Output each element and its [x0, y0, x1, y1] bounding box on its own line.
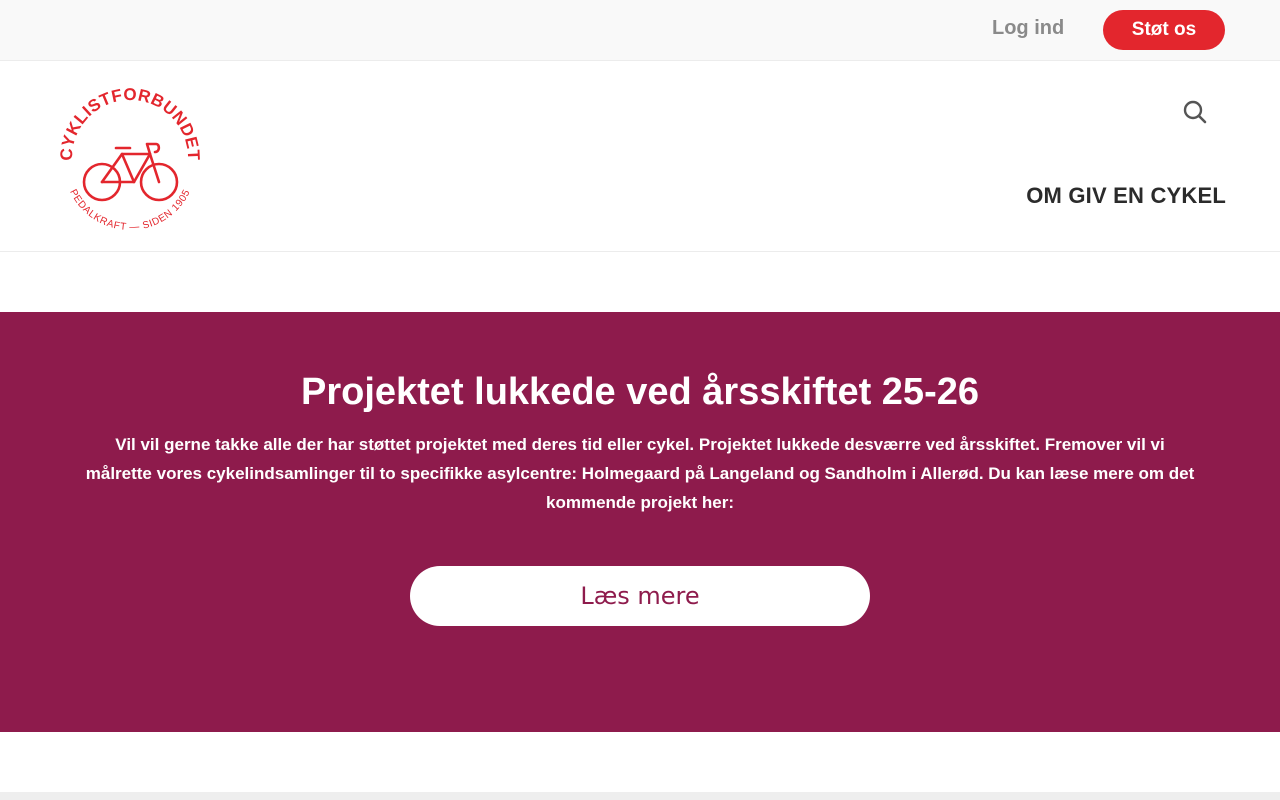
bicycle-icon — [82, 142, 179, 202]
login-link[interactable]: Log ind — [992, 17, 1064, 40]
top-bar: Log ind Støt os — [0, 0, 1280, 61]
nav-item-om-giv-en-cykel[interactable]: OM GIV EN CYKEL — [1026, 183, 1226, 209]
search-icon[interactable] — [1182, 99, 1208, 125]
support-button[interactable]: Støt os — [1103, 10, 1225, 50]
logo-wordmark: CYKLISTFORBUNDET — [57, 85, 203, 161]
logo-tagline: PEDALKRAFT — SIDEN 1905 — [67, 188, 193, 234]
banner-title: Projektet lukkede ved årsskiftet 25-26 — [300, 371, 979, 413]
banner-text: Vil vil gerne takke alle der har støttet… — [85, 435, 1195, 512]
logo[interactable]: CYKLISTFORBUNDET PEDALKRAFT — SIDEN 1905 — [50, 78, 210, 238]
site-header: CYKLISTFORBUNDET PEDALKRAFT — SIDEN 1905… — [0, 61, 1280, 252]
announcement-banner: Projektet lukkede ved årsskiftet 25-26 V… — [0, 312, 1280, 732]
read-more-button[interactable]: Læs mere — [410, 566, 870, 626]
footer-divider — [0, 792, 1280, 800]
